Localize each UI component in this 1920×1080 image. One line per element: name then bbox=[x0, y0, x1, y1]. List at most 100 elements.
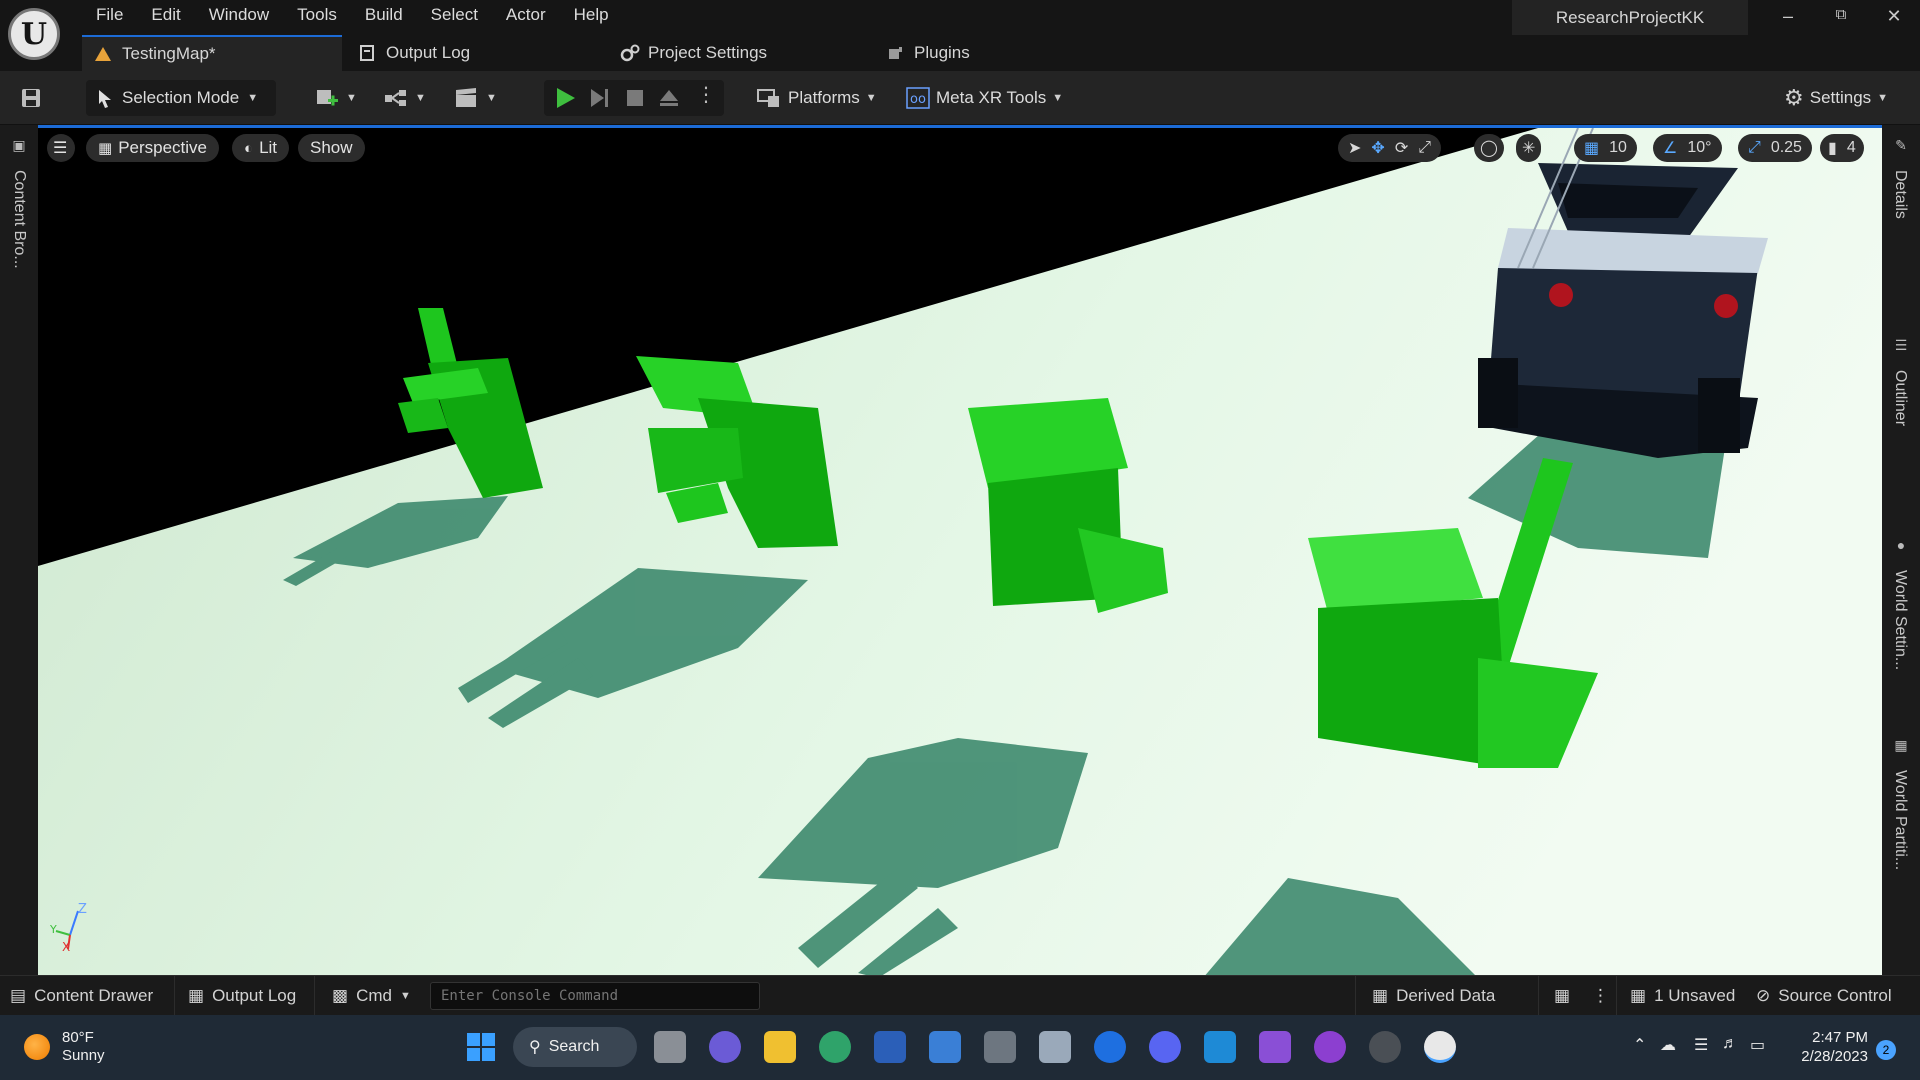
hamburger-icon: ☰ bbox=[53, 140, 68, 157]
notepad-icon[interactable] bbox=[929, 1031, 961, 1063]
unreal-logo-icon[interactable]: U bbox=[8, 8, 60, 60]
onedrive-icon[interactable]: ☁ bbox=[1660, 1035, 1676, 1055]
menu-file[interactable]: File bbox=[82, 0, 137, 30]
derived-data-button[interactable]: ▦ Derived Data bbox=[1362, 976, 1505, 1016]
world-local-toggle[interactable]: ◯ bbox=[1474, 134, 1504, 162]
source-control-icon: ⊘ bbox=[1756, 986, 1771, 1005]
tab-plugins[interactable]: Plugins bbox=[874, 35, 1074, 71]
cmd-dropdown[interactable]: ▩ Cmd ▼ bbox=[322, 976, 421, 1016]
chevron-up-icon[interactable]: ⌃ bbox=[1633, 1035, 1646, 1055]
step-icon[interactable] bbox=[589, 87, 611, 114]
status-more-button[interactable]: ⋮ bbox=[1582, 976, 1619, 1016]
axis-y-label: Y bbox=[50, 923, 57, 936]
console-command-input[interactable] bbox=[430, 982, 760, 1010]
perspective-button[interactable]: ▦ Perspective bbox=[86, 134, 220, 162]
save-icon[interactable] bbox=[20, 80, 42, 116]
rotation-snap-control[interactable]: ∠ 10° bbox=[1653, 134, 1722, 162]
menu-tools[interactable]: Tools bbox=[283, 0, 351, 30]
obs-icon[interactable] bbox=[1369, 1031, 1401, 1063]
edge-browser-icon[interactable] bbox=[819, 1031, 851, 1063]
platforms-label: Platforms bbox=[788, 88, 860, 107]
unsaved-label: 1 Unsaved bbox=[1654, 986, 1736, 1005]
taskbar-search[interactable]: ⚲ Search bbox=[513, 1027, 637, 1067]
battery-icon[interactable]: ▭ bbox=[1750, 1035, 1765, 1055]
cinematics-button[interactable]: ▼ bbox=[454, 80, 497, 116]
minimize-icon[interactable]: – bbox=[1773, 6, 1803, 30]
output-log-button[interactable]: ▦ Output Log bbox=[178, 976, 306, 1016]
platforms-dropdown[interactable]: Platforms ▼ bbox=[756, 80, 877, 116]
calculator-icon[interactable] bbox=[984, 1031, 1016, 1063]
menu-help[interactable]: Help bbox=[560, 0, 623, 30]
perspective-label: Perspective bbox=[118, 138, 208, 157]
show-button[interactable]: Show bbox=[298, 134, 365, 162]
lit-sphere-icon: ◐ bbox=[244, 139, 254, 157]
chevron-down-icon: ▼ bbox=[415, 92, 426, 104]
more-options-icon[interactable]: ⋮ bbox=[696, 82, 716, 107]
notification-badge[interactable]: 2 bbox=[1876, 1040, 1896, 1060]
viewport-scene[interactable] bbox=[38, 128, 1882, 975]
task-view-icon[interactable] bbox=[654, 1031, 686, 1063]
menu-window[interactable]: Window bbox=[195, 0, 283, 30]
settings-dropdown[interactable]: ⚙ Settings ▼ bbox=[1784, 80, 1888, 116]
save-icon: ▦ bbox=[1630, 986, 1647, 1005]
taskbar-clock[interactable]: 2:47 PM 2/28/2023 bbox=[1778, 1028, 1868, 1066]
select-tool-icon[interactable]: ➤ bbox=[1348, 138, 1361, 158]
menu-select[interactable]: Select bbox=[417, 0, 492, 30]
level-icon bbox=[94, 45, 112, 63]
wordpress-icon[interactable] bbox=[1094, 1031, 1126, 1063]
wifi-icon[interactable]: ☰ bbox=[1694, 1035, 1708, 1055]
meta-xr-tools-dropdown[interactable]: oo Meta XR Tools ▼ bbox=[906, 80, 1063, 116]
derived-data-label: Derived Data bbox=[1396, 986, 1496, 1005]
menu-edit[interactable]: Edit bbox=[137, 0, 194, 30]
scale-tool-icon[interactable]: ⤢ bbox=[1418, 139, 1431, 157]
stop-icon[interactable] bbox=[624, 87, 646, 114]
weather-widget[interactable]: 80°F Sunny bbox=[24, 1029, 105, 1065]
vscode-icon[interactable] bbox=[1204, 1031, 1236, 1063]
file-explorer-icon[interactable] bbox=[764, 1031, 796, 1063]
outliner-tab[interactable]: Outliner bbox=[1891, 370, 1909, 426]
content-browser-icon[interactable]: ▣ bbox=[10, 137, 28, 153]
trace-button[interactable]: ▦ bbox=[1544, 976, 1580, 1016]
details-tab[interactable]: Details bbox=[1891, 170, 1909, 219]
teams-chat-icon[interactable] bbox=[709, 1031, 741, 1063]
svg-text:oo: oo bbox=[910, 92, 926, 107]
world-partition-tab[interactable]: World Partiti... bbox=[1891, 770, 1909, 870]
menu-actor[interactable]: Actor bbox=[492, 0, 560, 30]
lit-mode-button[interactable]: ◐ Lit bbox=[232, 134, 290, 162]
camera-speed-control[interactable]: ▮ 4 bbox=[1820, 134, 1864, 162]
selection-mode-dropdown[interactable]: Selection Mode ▼ bbox=[86, 80, 276, 116]
world-settings-tab[interactable]: World Settin... bbox=[1891, 570, 1909, 670]
add-actor-button[interactable]: ▼ bbox=[314, 80, 357, 116]
rotate-tool-icon[interactable]: ⟳ bbox=[1395, 138, 1408, 158]
volume-icon[interactable]: ♬ bbox=[1722, 1035, 1738, 1053]
discord-icon[interactable] bbox=[1149, 1031, 1181, 1063]
surface-snap-toggle[interactable]: ✳ bbox=[1516, 134, 1542, 162]
tab-project-settings[interactable]: Project Settings bbox=[608, 35, 868, 71]
play-icon[interactable] bbox=[554, 87, 576, 114]
visual-studio-icon[interactable] bbox=[1259, 1031, 1291, 1063]
restore-icon[interactable]: ⧉ bbox=[1826, 6, 1856, 30]
tab-output-log[interactable]: Output Log bbox=[346, 35, 596, 71]
content-browser-tab[interactable]: Content Bro... bbox=[10, 170, 28, 269]
unsaved-button[interactable]: ▦ 1 Unsaved bbox=[1620, 976, 1745, 1016]
chevron-down-icon: ▼ bbox=[247, 92, 259, 104]
word-icon[interactable] bbox=[874, 1031, 906, 1063]
tab-testingmap[interactable]: TestingMap* bbox=[82, 35, 342, 71]
cube-app-icon[interactable] bbox=[1039, 1031, 1071, 1063]
grid-snap-control[interactable]: ▦ 10 bbox=[1574, 134, 1637, 162]
scale-snap-control[interactable]: ⤢ 0.25 bbox=[1738, 134, 1812, 162]
blueprints-button[interactable]: ▼ bbox=[383, 80, 426, 116]
content-drawer-button[interactable]: ▤ Content Drawer bbox=[0, 976, 163, 1016]
log-icon bbox=[358, 44, 376, 62]
viewport-options-button[interactable]: ☰ bbox=[47, 134, 75, 162]
close-icon[interactable]: ✕ bbox=[1879, 6, 1909, 30]
eject-icon[interactable] bbox=[658, 87, 680, 114]
github-desktop-icon[interactable] bbox=[1314, 1031, 1346, 1063]
database-icon: ▦ bbox=[1372, 986, 1389, 1005]
windows-start-icon[interactable] bbox=[465, 1031, 497, 1063]
level-viewport[interactable]: ☰ ▦ Perspective ◐ Lit Show ➤ ✥ ⟳ ⤢ ◯ ✳ ▦… bbox=[38, 125, 1882, 975]
unreal-engine-taskbar-icon[interactable] bbox=[1424, 1031, 1456, 1063]
source-control-button[interactable]: ⊘ Source Control bbox=[1746, 976, 1902, 1016]
menu-build[interactable]: Build bbox=[351, 0, 417, 30]
move-tool-icon[interactable]: ✥ bbox=[1371, 138, 1384, 158]
